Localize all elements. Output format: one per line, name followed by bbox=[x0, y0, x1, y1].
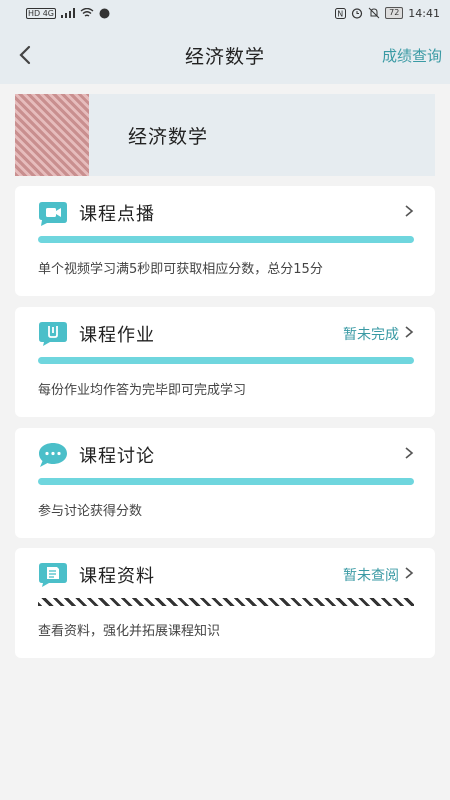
status-left: HD 4G bbox=[26, 7, 110, 19]
card-course-homework[interactable]: 课程作业 暂未完成 每份作业均作答为完毕即可完成学习 bbox=[15, 307, 435, 417]
network-type-label: HD 4G bbox=[26, 7, 57, 19]
card-title: 课程讨论 bbox=[79, 446, 155, 467]
card-title: 课程资料 bbox=[79, 566, 155, 587]
mute-icon bbox=[368, 7, 380, 19]
clock-time: 14:41 bbox=[408, 6, 440, 20]
chevron-right-icon bbox=[405, 447, 414, 459]
chevron-right-icon bbox=[405, 567, 414, 579]
grade-query-button[interactable]: 成绩查询 bbox=[382, 45, 442, 66]
progress-bar bbox=[38, 598, 414, 606]
nav-bar: 经济数学 成绩查询 bbox=[0, 26, 450, 84]
card-course-video[interactable]: 课程点播 单个视频学习满5秒即可获取相应分数，总分15分 bbox=[15, 186, 435, 296]
card-description: 参与讨论获得分数 bbox=[38, 504, 143, 519]
course-header: 经济数学 bbox=[15, 94, 435, 176]
chevron-right-icon bbox=[405, 326, 414, 338]
status-right: N 72 14:41 bbox=[335, 7, 440, 20]
course-cover-image bbox=[15, 94, 89, 176]
progress-bar bbox=[38, 478, 414, 485]
svg-text:N: N bbox=[337, 9, 343, 18]
back-button[interactable] bbox=[10, 40, 40, 70]
card-course-materials[interactable]: 课程资料 暂未查阅 查看资料，强化并拓展课程知识 bbox=[15, 548, 435, 658]
card-title: 课程点播 bbox=[79, 204, 155, 225]
document-icon bbox=[39, 563, 67, 587]
course-name: 经济数学 bbox=[128, 126, 209, 148]
card-description: 查看资料，强化并拓展课程知识 bbox=[38, 624, 221, 639]
signal-icon bbox=[61, 8, 76, 18]
app-notification-icon bbox=[99, 8, 110, 18]
wifi-icon bbox=[80, 8, 94, 17]
chevron-right-icon bbox=[405, 205, 414, 217]
card-course-discussion[interactable]: 课程讨论 参与讨论获得分数 bbox=[15, 428, 435, 538]
page-title: 经济数学 bbox=[184, 45, 265, 68]
progress-bar bbox=[38, 236, 414, 243]
status-label: 暂未完成 bbox=[343, 327, 399, 343]
chat-bubble-icon bbox=[39, 443, 67, 467]
status-bar: HD 4G N 72 14:41 bbox=[0, 0, 450, 26]
homework-icon bbox=[39, 322, 67, 346]
nfc-icon: N bbox=[335, 7, 347, 19]
status-label: 暂未查阅 bbox=[343, 568, 399, 584]
chevron-left-icon bbox=[19, 45, 31, 65]
card-description: 每份作业均作答为完毕即可完成学习 bbox=[38, 383, 247, 398]
video-camera-icon bbox=[39, 202, 67, 226]
card-title: 课程作业 bbox=[79, 325, 155, 346]
battery-icon: 72 bbox=[385, 7, 404, 19]
alarm-icon bbox=[352, 8, 363, 19]
progress-bar bbox=[38, 357, 414, 364]
card-description: 单个视频学习满5秒即可获取相应分数，总分15分 bbox=[38, 262, 323, 277]
